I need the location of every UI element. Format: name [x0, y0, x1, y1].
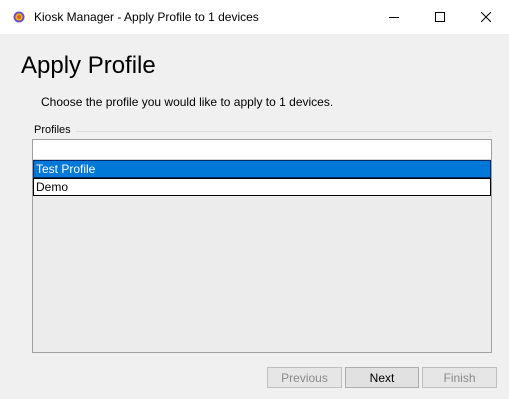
group-divider	[76, 131, 492, 132]
kiosk-manager-icon	[13, 11, 25, 23]
profiles-group-label: Profiles	[34, 124, 73, 136]
title-bar[interactable]: Kiosk Manager - Apply Profile to 1 devic…	[0, 0, 509, 34]
profiles-list-header	[33, 140, 491, 160]
window-title: Kiosk Manager - Apply Profile to 1 devic…	[34, 10, 259, 24]
close-icon	[481, 12, 491, 22]
previous-button[interactable]: Previous	[267, 367, 342, 388]
maximize-icon	[435, 12, 445, 22]
profile-item-demo[interactable]: Demo	[33, 178, 491, 196]
page-title: Apply Profile	[21, 52, 156, 79]
next-button[interactable]: Next	[345, 367, 419, 388]
maximize-button[interactable]	[417, 0, 463, 34]
minimize-button[interactable]	[371, 0, 417, 34]
finish-button[interactable]: Finish	[422, 367, 497, 388]
profile-item-label: Test Profile	[36, 162, 96, 176]
instructions-text: Choose the profile you would like to app…	[41, 95, 334, 109]
profile-item-test-profile[interactable]: Test Profile	[33, 160, 491, 178]
close-button[interactable]	[463, 0, 509, 34]
profile-item-label: Demo	[36, 180, 69, 194]
minimize-icon	[389, 17, 399, 18]
